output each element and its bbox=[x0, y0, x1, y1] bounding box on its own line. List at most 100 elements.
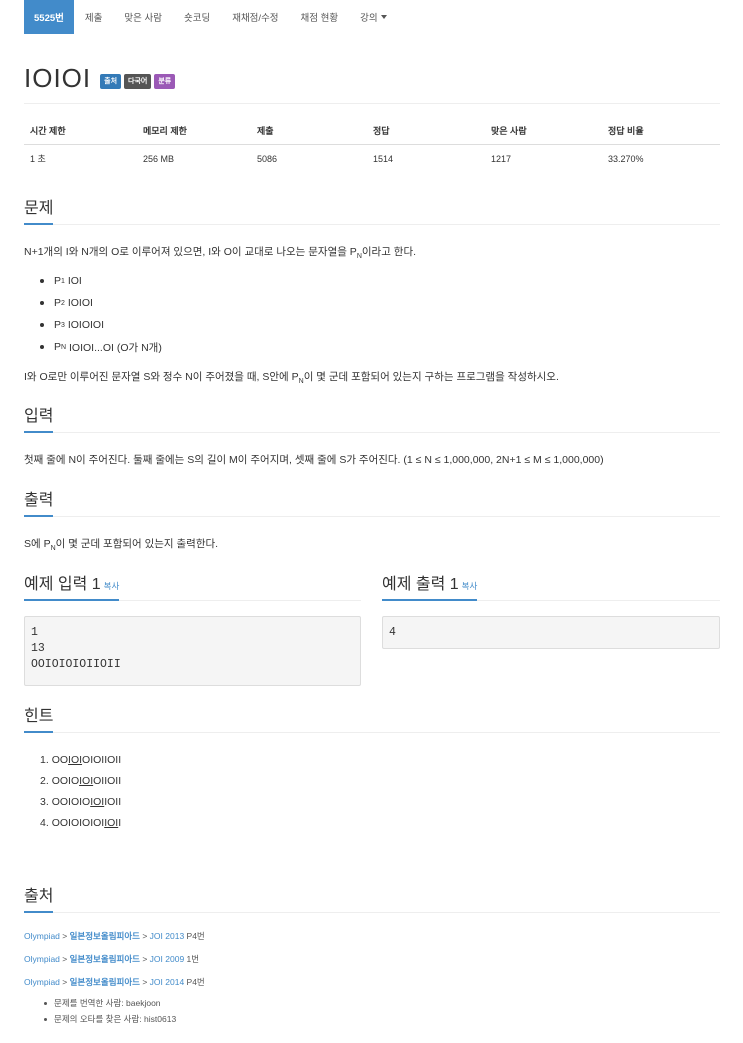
source-olympiad-link[interactable]: Olympiad bbox=[24, 977, 60, 987]
hint-text: IOII bbox=[104, 795, 122, 808]
source-contest-link[interactable]: JOI 2009 bbox=[150, 954, 185, 964]
source-joi-link[interactable]: 일본정보올림피아드 bbox=[70, 954, 140, 964]
source-label[interactable]: 출처 bbox=[100, 74, 122, 89]
caret-down-icon bbox=[380, 15, 387, 19]
hint-text: OOIOIOIOI bbox=[51, 816, 105, 829]
time-limit-value: 1 초 bbox=[30, 154, 46, 164]
subscript: 3 bbox=[61, 321, 65, 329]
tab-problem-number[interactable]: 5525번 bbox=[24, 0, 74, 34]
output-text: 이 몇 군데 포함되어 있는지 출력한다. bbox=[55, 538, 219, 550]
list-item: P2 IOIOI bbox=[40, 292, 162, 314]
tab-solved-users[interactable]: 맞은 사람 bbox=[113, 0, 173, 34]
source-separator: > bbox=[59, 931, 70, 941]
tab-short-coding[interactable]: 숏코딩 bbox=[173, 0, 221, 34]
tab-lectures-label: 강의 bbox=[360, 13, 378, 24]
source-heading-text: 출처 bbox=[24, 882, 54, 913]
translator-user-link[interactable]: baekjoon bbox=[126, 998, 161, 1008]
list-item: 1. OO IOI OIOIIOII bbox=[40, 749, 121, 770]
solved-users-value: 1217 bbox=[491, 153, 512, 164]
pattern-p: P bbox=[54, 319, 62, 331]
source-separator: > bbox=[139, 931, 150, 941]
input-heading-text: 입력 bbox=[24, 402, 54, 433]
pattern-p: P bbox=[54, 341, 62, 353]
sample-output-box[interactable]: 4 bbox=[382, 616, 720, 649]
tab-status[interactable]: 채점 현황 bbox=[290, 0, 350, 34]
bullet-icon bbox=[40, 301, 44, 305]
bullet-icon bbox=[40, 323, 44, 327]
source-contest-link[interactable]: JOI 2014 bbox=[150, 977, 185, 987]
hint-number: 3. bbox=[40, 795, 49, 808]
multilang-label[interactable]: 다국어 bbox=[124, 74, 152, 89]
tab-lectures[interactable]: 강의 bbox=[349, 0, 397, 34]
hint-underlined: IOI bbox=[68, 753, 83, 766]
list-item: 2. OOIO IOI OIIOII bbox=[40, 770, 121, 791]
list-item: 문제의 오타를 찾은 사람: hist0613 bbox=[44, 1011, 176, 1027]
category-label[interactable]: 분류 bbox=[154, 74, 176, 89]
sample-input-box[interactable]: 1 13 OOIOIOIOIIOII bbox=[24, 616, 361, 686]
source-line-3: Olympiad > 일본정보올림피아드 > JOI 2014 P4번 bbox=[24, 976, 205, 988]
hint-text: OOIOIO bbox=[51, 795, 91, 808]
memory-limit-header: 메모리 제한 bbox=[137, 120, 251, 145]
source-line-1: Olympiad > 일본정보올림피아드 > JOI 2013 P4번 bbox=[24, 930, 205, 942]
list-item: P1 IOI bbox=[40, 270, 162, 292]
hint-underlined: IOI bbox=[79, 774, 94, 787]
hint-number: 2. bbox=[40, 774, 49, 787]
pattern-text: IOIOI...OI (O가 N개) bbox=[69, 341, 162, 354]
source-problem-number: P4번 bbox=[184, 931, 205, 941]
source-olympiad-link[interactable]: Olympiad bbox=[24, 931, 60, 941]
list-item: 문제를 번역한 사람: baekjoon bbox=[44, 995, 176, 1011]
problem-heading-text: 문제 bbox=[24, 194, 54, 225]
typo-finder-user-link[interactable]: hist0613 bbox=[144, 1014, 176, 1024]
copy-sample-input-button[interactable]: 복사 bbox=[104, 581, 120, 591]
list-item: PN IOIOI...OI (O가 N개) bbox=[40, 336, 162, 358]
source-separator: > bbox=[59, 954, 70, 964]
credits-list: 문제를 번역한 사람: baekjoon 문제의 오타를 찾은 사람: hist… bbox=[44, 995, 176, 1027]
hint-heading: 힌트 bbox=[24, 702, 720, 733]
output-heading: 출력 bbox=[24, 486, 720, 517]
pattern-text: IOIOIOI bbox=[67, 319, 105, 331]
hint-number: 4. bbox=[40, 816, 49, 829]
output-heading-text: 출력 bbox=[24, 486, 54, 517]
hint-number: 1. bbox=[40, 753, 49, 766]
source-olympiad-link[interactable]: Olympiad bbox=[24, 954, 60, 964]
ratio-header: 정답 비율 bbox=[602, 120, 720, 145]
credit-label: 문제의 오타를 찾은 사람: bbox=[54, 1014, 142, 1024]
statement-line-2: I와 O로만 이루어진 문자열 S와 정수 N이 주어졌을 때, S안에 PN이… bbox=[24, 369, 559, 385]
pattern-p: P bbox=[54, 297, 62, 309]
statement-line-1: N+1개의 I와 N개의 O로 이루어져 있으면, I와 O이 교대로 나오는 … bbox=[24, 244, 416, 260]
sample-output-heading-text: 예제 출력 1 bbox=[382, 576, 459, 593]
pattern-text: IOI bbox=[67, 275, 82, 287]
accepted-value: 1514 bbox=[373, 153, 394, 164]
hint-underlined: IOI bbox=[90, 795, 105, 808]
pattern-p: P bbox=[54, 275, 62, 287]
output-text: S에 P bbox=[24, 538, 51, 550]
list-item: 4. OOIOIOIOI IOI I bbox=[40, 812, 121, 833]
input-description: 첫째 줄에 N이 주어진다. 둘째 줄에는 S의 길이 M이 주어지며, 셋째 … bbox=[24, 454, 604, 466]
page-title: IOIOI bbox=[24, 63, 92, 93]
bullet-icon bbox=[44, 1017, 47, 1021]
table-header-row: 시간 제한 메모리 제한 제출 정답 맞은 사람 정답 비율 bbox=[24, 120, 720, 145]
pattern-list: P1 IOI P2 IOIOI P3 IOIOIOI PN IOIOI...OI… bbox=[40, 270, 162, 358]
source-problem-number: P4번 bbox=[184, 977, 205, 987]
hint-text: OO bbox=[51, 753, 69, 766]
source-separator: > bbox=[139, 954, 150, 964]
subscript: N bbox=[61, 343, 67, 351]
source-contest-link[interactable]: JOI 2013 bbox=[150, 931, 185, 941]
statement-text: N+1개의 I와 N개의 O로 이루어져 있으면, I와 O이 교대로 나오는 … bbox=[24, 246, 357, 258]
list-item: 3. OOIOIO IOI IOII bbox=[40, 791, 121, 812]
bullet-icon bbox=[44, 1001, 47, 1005]
hint-text: OIIOII bbox=[93, 774, 122, 787]
tab-submit[interactable]: 제출 bbox=[74, 0, 113, 34]
source-joi-link[interactable]: 일본정보올림피아드 bbox=[70, 931, 140, 941]
hint-heading-text: 힌트 bbox=[24, 702, 54, 733]
problem-info-table: 시간 제한 메모리 제한 제출 정답 맞은 사람 정답 비율 1 초 256 M… bbox=[24, 120, 720, 169]
hint-text: I bbox=[118, 816, 122, 829]
accepted-header: 정답 bbox=[367, 120, 485, 145]
table-row: 1 초 256 MB 5086 1514 1217 33.270% bbox=[24, 145, 720, 170]
output-description: S에 PN이 몇 군데 포함되어 있는지 출력한다. bbox=[24, 536, 218, 552]
statement-text: 이 몇 군데 포함되어 있는지 구하는 프로그램을 작성하시오. bbox=[303, 371, 559, 383]
hint-text: OIOIIOII bbox=[82, 753, 122, 766]
source-joi-link[interactable]: 일본정보올림피아드 bbox=[70, 977, 140, 987]
copy-sample-output-button[interactable]: 복사 bbox=[462, 581, 478, 591]
tab-rejudge[interactable]: 재채점/수정 bbox=[221, 0, 289, 34]
